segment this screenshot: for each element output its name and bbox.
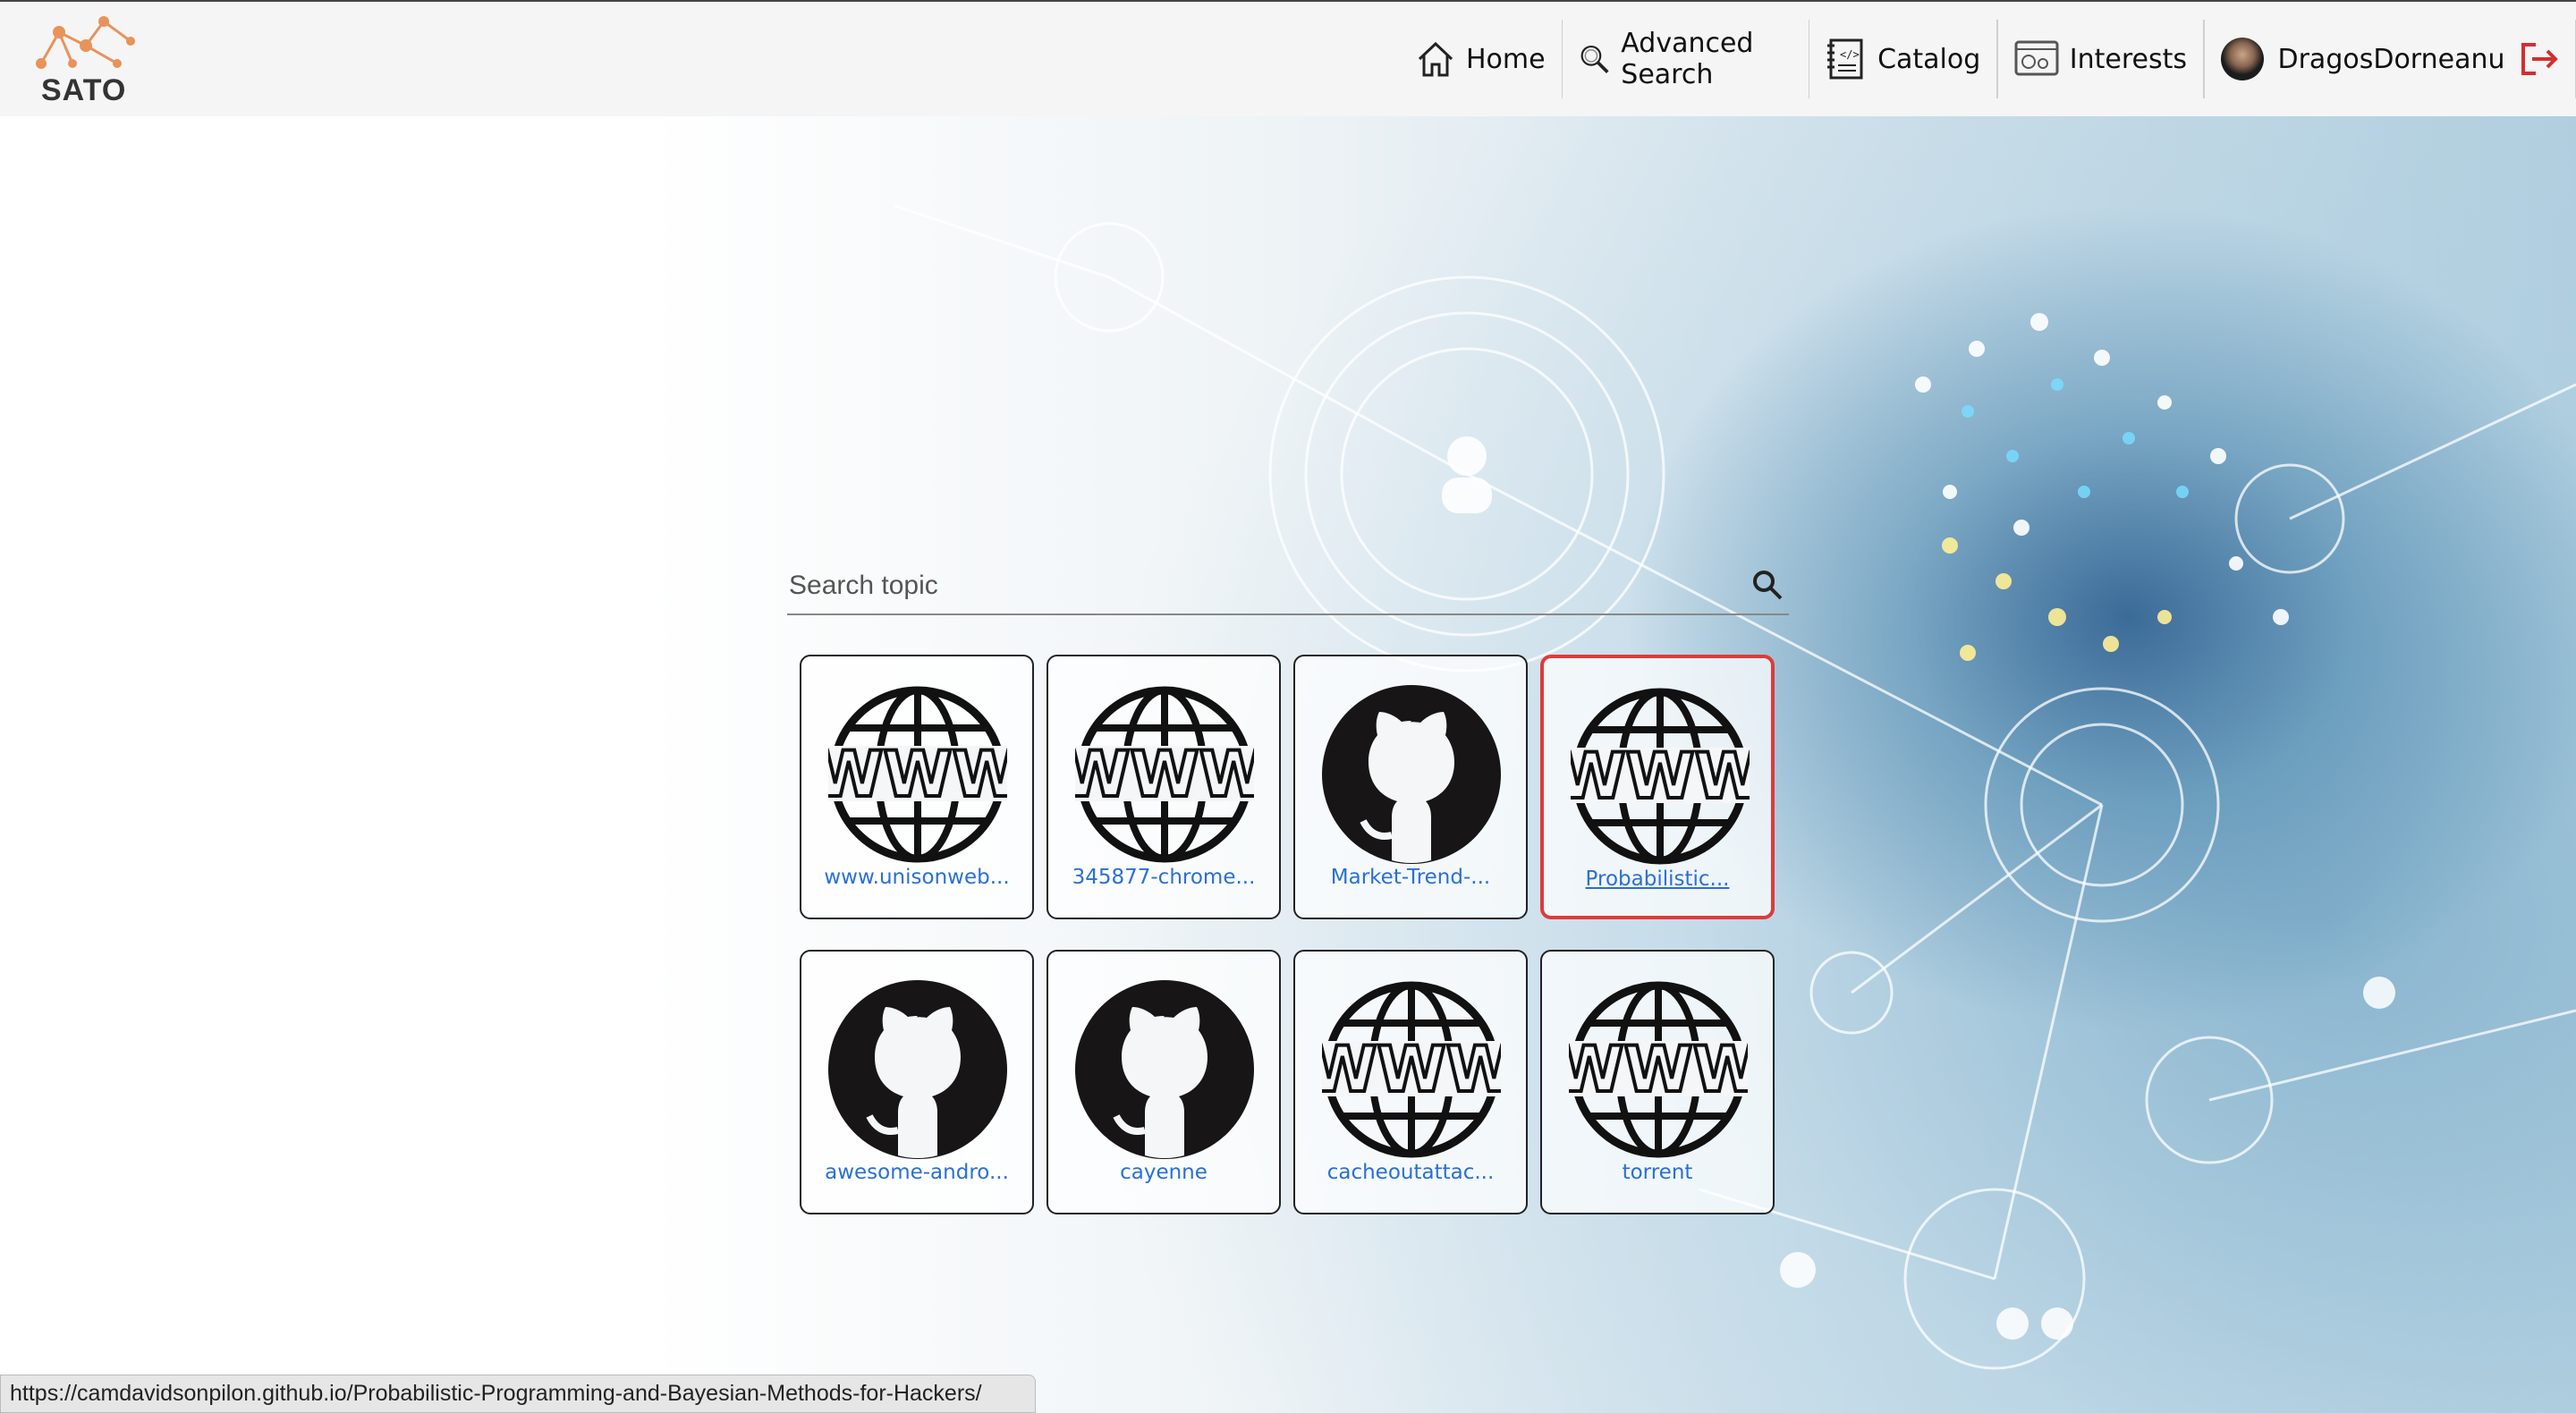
www-globe-icon (1075, 685, 1254, 864)
main-menu: Home Advanced Search </> Catalog Interes… (1400, 2, 2576, 116)
result-card[interactable]: cayenne (1046, 950, 1281, 1214)
search-icon[interactable] (1751, 569, 1784, 601)
interests-icon (2014, 40, 2059, 76)
top-navbar: SATO Home Advanced Search </> Catalog In… (0, 0, 2576, 116)
nav-home[interactable]: Home (1400, 21, 1562, 97)
result-card[interactable]: Market-Trend-... (1293, 655, 1528, 919)
result-card[interactable]: 345877-chrome... (1046, 655, 1281, 919)
nav-catalog[interactable]: </> Catalog (1809, 21, 1996, 97)
result-card-label[interactable]: www.unisonweb... (801, 866, 1032, 889)
result-card-label[interactable]: cacheoutattac... (1295, 1161, 1526, 1184)
result-card-label[interactable]: 345877-chrome... (1048, 866, 1279, 889)
logo-text: SATO (41, 73, 127, 107)
www-globe-icon (828, 685, 1007, 864)
topic-search-bar (787, 551, 1789, 615)
nav-interests-label: Interests (2069, 43, 2188, 75)
logout-icon[interactable] (2520, 41, 2559, 77)
home-icon (1418, 41, 1453, 77)
magnifier-icon (1580, 45, 1609, 73)
nav-home-label: Home (1466, 43, 1546, 75)
result-card[interactable]: torrent (1540, 950, 1775, 1214)
github-icon (1075, 980, 1254, 1159)
result-card-label[interactable]: Market-Trend-... (1295, 866, 1526, 889)
user-name: DragosDorneanu (2277, 43, 2505, 75)
avatar (2220, 38, 2264, 80)
network-logo-icon (36, 16, 135, 69)
nav-advanced-search-label: Advanced Search (1621, 28, 1754, 90)
search-input[interactable] (787, 567, 1685, 605)
svg-text:</>: </> (1840, 48, 1860, 61)
nav-catalog-label: Catalog (1877, 43, 1981, 75)
result-card[interactable]: www.unisonweb... (800, 655, 1034, 919)
nav-interests[interactable]: Interests (1998, 21, 2203, 97)
background-image (0, 116, 2576, 1413)
result-card[interactable]: Probabilistic... (1540, 655, 1775, 919)
www-globe-icon (1322, 980, 1501, 1159)
result-card[interactable]: awesome-andro... (800, 950, 1034, 1214)
nav-advanced-search[interactable]: Advanced Search (1563, 21, 1809, 97)
www-globe-icon (1569, 980, 1748, 1159)
catalog-icon: </> (1827, 38, 1863, 80)
result-card-label[interactable]: cayenne (1048, 1161, 1279, 1184)
result-card-label[interactable]: Probabilistic... (1544, 867, 1771, 891)
browser-status-bar: https://camdavidsonpilon.github.io/Proba… (0, 1375, 1036, 1413)
result-card-label[interactable]: awesome-andro... (801, 1161, 1032, 1184)
result-card-label[interactable]: torrent (1542, 1161, 1773, 1184)
github-icon (1322, 685, 1501, 864)
www-globe-icon (1571, 687, 1750, 866)
result-card[interactable]: cacheoutattac... (1293, 950, 1528, 1214)
github-icon (828, 980, 1007, 1159)
nav-user-profile[interactable]: DragosDorneanu (2205, 21, 2575, 97)
